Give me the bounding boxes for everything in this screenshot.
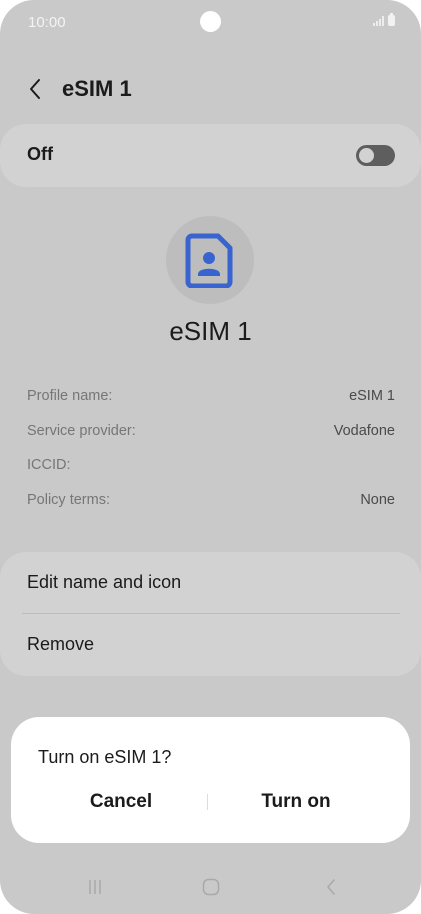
recents-icon [89, 880, 101, 894]
chevron-left-icon [30, 79, 40, 99]
detail-label: ICCID: [27, 457, 71, 473]
esim-toggle-switch[interactable] [356, 145, 395, 166]
detail-row-service-provider: Service provider: Vodafone [27, 423, 395, 439]
home-icon [202, 878, 220, 896]
detail-label: Policy terms: [27, 492, 110, 508]
divider [22, 613, 400, 614]
detail-row-profile-name: Profile name: eSIM 1 [27, 388, 395, 404]
sim-card-person-icon [185, 233, 233, 288]
back-icon [327, 879, 335, 895]
phone-screen: 10:00 eSIM 1 Off eSIM 1 Profile name: eS… [0, 0, 421, 914]
toggle-knob [359, 148, 374, 163]
page-title: eSIM 1 [62, 76, 132, 101]
detail-value: eSIM 1 [349, 388, 395, 404]
dialog-button-separator [207, 794, 208, 810]
turn-on-dialog: Turn on eSIM 1? Cancel Turn on [11, 717, 410, 843]
front-camera [200, 11, 221, 32]
detail-label: Service provider: [27, 423, 136, 439]
back-button[interactable] [20, 74, 50, 104]
dialog-title: Turn on eSIM 1? [38, 747, 172, 767]
recents-button[interactable] [82, 876, 108, 898]
detail-value: None [360, 492, 395, 508]
signal-icon [373, 16, 384, 26]
remove-button[interactable]: Remove [27, 634, 94, 655]
detail-label: Profile name: [27, 388, 113, 404]
actions-card: Edit name and icon Remove [0, 552, 421, 676]
profile-icon-circle [166, 216, 254, 304]
status-time: 10:00 [28, 14, 66, 31]
nav-back-button[interactable] [318, 876, 344, 898]
detail-row-iccid: ICCID: [27, 457, 395, 473]
turn-on-button[interactable]: Turn on [211, 791, 381, 813]
status-icons [373, 13, 395, 26]
detail-row-policy-terms: Policy terms: None [27, 492, 395, 508]
toggle-state-label: Off [27, 144, 53, 164]
edit-name-and-icon-button[interactable]: Edit name and icon [27, 572, 181, 593]
esim-toggle-row[interactable]: Off [0, 124, 421, 187]
detail-value: Vodafone [333, 423, 395, 439]
cancel-button[interactable]: Cancel [31, 791, 211, 813]
home-button[interactable] [198, 876, 224, 898]
battery-icon [388, 13, 395, 26]
profile-name: eSIM 1 [169, 316, 252, 346]
